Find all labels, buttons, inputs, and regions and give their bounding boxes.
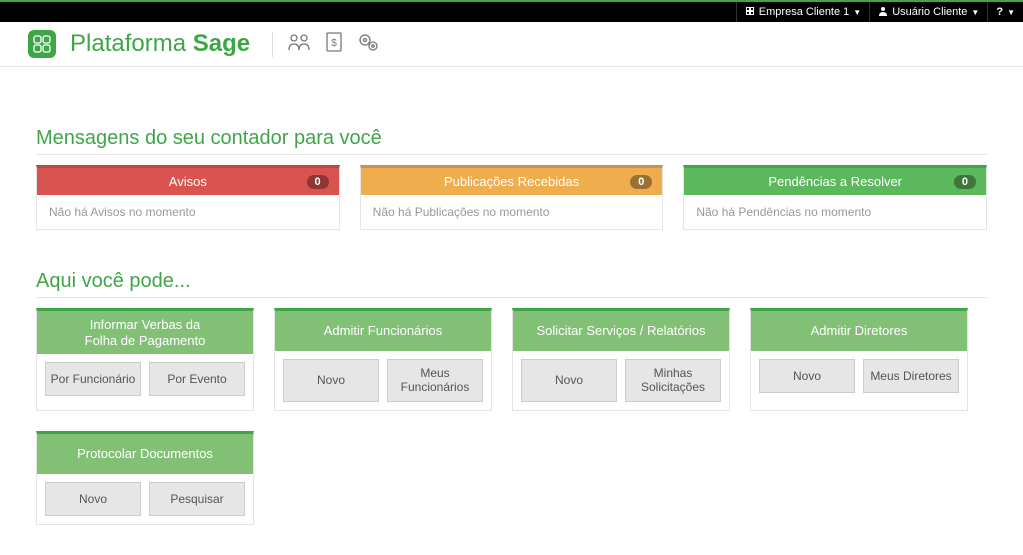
panel-title: Avisos: [169, 174, 207, 189]
caret-down-icon: ▼: [853, 8, 861, 17]
btn-novo[interactable]: Novo: [521, 359, 617, 402]
logo-text: Plataforma Sage: [70, 30, 250, 58]
actions-grid: Informar Verbas da Folha de Pagamento Po…: [36, 308, 987, 525]
header-icons: $: [272, 32, 379, 57]
panel-avisos-header[interactable]: Avisos 0: [37, 168, 339, 195]
btn-novo[interactable]: Novo: [283, 359, 379, 402]
brand-word2: Sage: [193, 30, 250, 57]
count-badge: 0: [307, 175, 329, 189]
panel-publicacoes-header[interactable]: Publicações Recebidas 0: [361, 168, 663, 195]
card-verbas: Informar Verbas da Folha de Pagamento Po…: [36, 308, 254, 411]
panel-body: Não há Avisos no momento: [37, 195, 339, 229]
messages-section-title: Mensagens do seu contador para você: [36, 127, 987, 155]
brand-word1: Plataforma: [70, 30, 186, 57]
card-title: Admitir Funcionários: [275, 311, 491, 351]
help-icon: ?: [996, 6, 1003, 18]
btn-novo[interactable]: Novo: [759, 359, 855, 393]
panel-avisos: Avisos 0 Não há Avisos no momento: [36, 165, 340, 230]
panel-pendencias-header[interactable]: Pendências a Resolver 0: [684, 168, 986, 195]
card-solicitar: Solicitar Serviços / Relatórios Novo Min…: [512, 308, 730, 411]
btn-novo[interactable]: Novo: [45, 482, 141, 516]
btn-meus-funcionarios[interactable]: Meus Funcionários: [387, 359, 483, 402]
svg-text:$: $: [331, 38, 337, 49]
card-title: Admitir Diretores: [751, 311, 967, 351]
company-selector[interactable]: Empresa Cliente 1 ▼: [736, 2, 869, 22]
help-menu[interactable]: ? ▼: [987, 2, 1023, 22]
count-badge: 0: [954, 175, 976, 189]
settings-gear-icon[interactable]: [357, 32, 379, 57]
company-name: Empresa Cliente 1: [759, 6, 850, 18]
panel-title: Publicações Recebidas: [444, 174, 579, 189]
messages-row: Avisos 0 Não há Avisos no momento Public…: [36, 165, 987, 230]
logo-badge[interactable]: [28, 30, 56, 58]
btn-por-evento[interactable]: Por Evento: [149, 362, 245, 396]
btn-por-funcionario[interactable]: Por Funcionário: [45, 362, 141, 396]
caret-down-icon: ▼: [1007, 8, 1015, 17]
topbar: Empresa Cliente 1 ▼ Usuário Cliente ▼ ? …: [0, 0, 1023, 22]
panel-pendencias: Pendências a Resolver 0 Não há Pendência…: [683, 165, 987, 230]
count-badge: 0: [630, 175, 652, 189]
btn-meus-diretores[interactable]: Meus Diretores: [863, 359, 959, 393]
actions-section-title: Aqui você pode...: [36, 270, 987, 298]
panel-body: Não há Publicações no momento: [361, 195, 663, 229]
document-money-icon[interactable]: $: [325, 32, 343, 57]
user-menu[interactable]: Usuário Cliente ▼: [869, 2, 987, 22]
user-name: Usuário Cliente: [892, 6, 967, 18]
main-content: Mensagens do seu contador para você Avis…: [0, 67, 1023, 555]
btn-pesquisar[interactable]: Pesquisar: [149, 482, 245, 516]
card-admitir-diretores: Admitir Diretores Novo Meus Diretores: [750, 308, 968, 411]
panel-body: Não há Pendências no momento: [684, 195, 986, 229]
card-admitir-funcionarios: Admitir Funcionários Novo Meus Funcionár…: [274, 308, 492, 411]
user-icon: [878, 6, 888, 19]
panel-publicacoes: Publicações Recebidas 0 Não há Publicaçõ…: [360, 165, 664, 230]
card-title: Protocolar Documentos: [37, 434, 253, 474]
caret-down-icon: ▼: [971, 8, 979, 17]
card-protocolar: Protocolar Documentos Novo Pesquisar: [36, 431, 254, 525]
panel-title: Pendências a Resolver: [768, 174, 902, 189]
people-icon[interactable]: [287, 32, 311, 57]
btn-minhas-solicitacoes[interactable]: Minhas Solicitações: [625, 359, 721, 402]
logo-icon: [33, 35, 51, 53]
building-icon: [745, 6, 755, 19]
header: Plataforma Sage $: [0, 22, 1023, 67]
card-title: Solicitar Serviços / Relatórios: [513, 311, 729, 351]
card-title: Informar Verbas da Folha de Pagamento: [37, 311, 253, 354]
